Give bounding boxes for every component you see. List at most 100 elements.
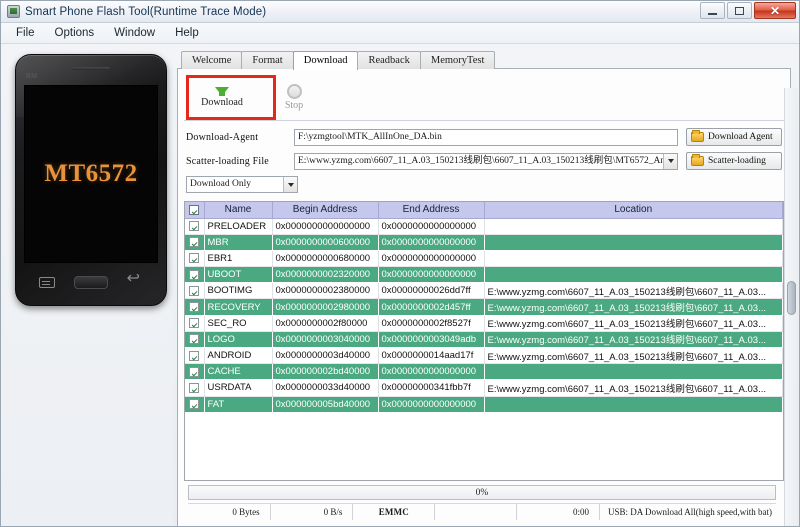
menu-item-options[interactable]: Options bbox=[46, 25, 104, 41]
scatter-loading-label: Scatter-loading File bbox=[186, 155, 269, 167]
tab-format[interactable]: Format bbox=[241, 51, 294, 69]
partition-end-address: 0x0000000014aad17f bbox=[378, 347, 485, 365]
window-title: Smart Phone Flash Tool(Runtime Trace Mod… bbox=[25, 5, 267, 18]
menu-item-file[interactable]: File bbox=[7, 25, 44, 41]
partition-name: CACHE bbox=[204, 363, 273, 381]
table-row[interactable]: RECOVERY 0x0000000002980000 0x0000000002d4… bbox=[185, 298, 783, 316]
checkbox-icon[interactable] bbox=[189, 204, 200, 215]
header-end-address[interactable]: End Address bbox=[378, 202, 485, 219]
chevron-down-icon[interactable] bbox=[283, 177, 297, 192]
partition-location: E:\www.yzmg.com\6607_11_A.03_150213线刷包\6… bbox=[484, 347, 783, 365]
row-checkbox-cell[interactable] bbox=[185, 250, 205, 268]
phone-nav-bar bbox=[16, 267, 166, 297]
stop-button-label: Stop bbox=[284, 100, 304, 111]
checkbox-icon[interactable] bbox=[189, 253, 200, 264]
chevron-down-icon[interactable] bbox=[663, 153, 677, 169]
tab-memorytest[interactable]: MemoryTest bbox=[419, 51, 496, 69]
scatter-loading-browse-button[interactable]: Scatter-loading bbox=[686, 152, 782, 170]
table-row[interactable]: PRELOADER 0x0000000000000000 0x00000000000… bbox=[185, 218, 783, 235]
status-usb-info: USB: DA Download All(high speed,with bat… bbox=[608, 506, 772, 517]
tab-welcome[interactable]: Welcome bbox=[181, 51, 243, 69]
table-row[interactable]: UBOOT 0x0000000002320000 0x000000000000000… bbox=[185, 266, 783, 284]
menu-bar: File Options Window Help bbox=[1, 23, 799, 44]
table-row[interactable]: LOGO 0x0000000003040000 0x0000000003049adb… bbox=[185, 331, 783, 349]
partition-location bbox=[484, 266, 783, 284]
table-row[interactable]: FAT 0x000000005bd40000 0x0000000000000000 bbox=[185, 396, 783, 413]
table-row[interactable]: USRDATA 0x0000000033d40000 0x00000000341fb… bbox=[185, 379, 783, 397]
partition-end-address: 0x0000000000000000 bbox=[378, 266, 485, 284]
header-name[interactable]: Name bbox=[204, 202, 273, 219]
tab-readback[interactable]: Readback bbox=[357, 51, 421, 69]
row-checkbox-cell[interactable] bbox=[185, 363, 205, 381]
status-area: 0% 0 Bytes 0 B/s EMMC 0:00 USB: DA Downl… bbox=[184, 481, 784, 523]
row-checkbox-cell[interactable] bbox=[185, 282, 205, 300]
checkbox-icon[interactable] bbox=[189, 350, 200, 361]
row-checkbox-cell[interactable] bbox=[185, 379, 205, 397]
partition-name: ANDROID bbox=[204, 347, 273, 365]
partition-name: MBR bbox=[204, 234, 273, 251]
folder-icon bbox=[691, 130, 704, 142]
table-row[interactable]: BOOTIMG 0x0000000002380000 0x00000000026dd… bbox=[185, 282, 783, 300]
chipset-label: MT6572 bbox=[44, 160, 138, 187]
status-bar: 0 Bytes 0 B/s EMMC 0:00 USB: DA Download… bbox=[188, 503, 776, 520]
checkbox-icon[interactable] bbox=[189, 318, 200, 329]
close-button[interactable]: ✕ bbox=[754, 2, 796, 19]
checkbox-icon[interactable] bbox=[189, 285, 200, 296]
row-checkbox-cell[interactable] bbox=[185, 298, 205, 316]
partition-rows: PRELOADER 0x0000000000000000 0x00000000000… bbox=[185, 218, 783, 413]
application-window: Smart Phone Flash Tool(Runtime Trace Mod… bbox=[0, 0, 800, 527]
menu-item-window[interactable]: Window bbox=[105, 25, 164, 41]
window-vertical-scrollbar[interactable] bbox=[784, 88, 798, 526]
scatter-loading-input[interactable]: E:\www.yzmg.com\6607_11_A.03_150213线刷包\6… bbox=[295, 154, 663, 169]
checkbox-icon[interactable] bbox=[189, 399, 200, 410]
minimize-button[interactable] bbox=[700, 2, 725, 19]
table-row[interactable]: SEC_RO 0x0000000002f80000 0x0000000002f852… bbox=[185, 315, 783, 332]
partition-end-address: 0x0000000002f8527f bbox=[378, 315, 485, 332]
row-checkbox-cell[interactable] bbox=[185, 266, 205, 284]
checkbox-icon[interactable] bbox=[189, 221, 200, 232]
checkbox-icon[interactable] bbox=[189, 366, 200, 377]
checkbox-icon[interactable] bbox=[189, 382, 200, 393]
header-location[interactable]: Location bbox=[484, 202, 783, 219]
table-row[interactable]: MBR 0x0000000000600000 0x0000000000000000 bbox=[185, 234, 783, 251]
partition-begin-address: 0x000000002bd40000 bbox=[272, 363, 379, 381]
download-button[interactable]: Download bbox=[186, 77, 258, 119]
maximize-icon bbox=[735, 6, 744, 15]
tab-download[interactable]: Download bbox=[292, 51, 359, 70]
table-row[interactable]: EBR1 0x0000000000680000 0x0000000000000000 bbox=[185, 250, 783, 268]
partition-end-address: 0x0000000000000000 bbox=[378, 363, 485, 381]
scrollbar-thumb[interactable] bbox=[787, 280, 796, 315]
checkbox-icon[interactable] bbox=[189, 269, 200, 280]
checkbox-icon[interactable] bbox=[189, 334, 200, 345]
status-bytes: 0 Bytes bbox=[188, 503, 271, 520]
row-checkbox-cell[interactable] bbox=[185, 218, 205, 235]
menu-item-help[interactable]: Help bbox=[166, 25, 208, 41]
partition-begin-address: 0x0000000003040000 bbox=[272, 331, 379, 349]
download-agent-input[interactable]: F:\yzmgtool\MTK_AllInOne_DA.bin bbox=[294, 128, 678, 146]
stop-button[interactable]: Stop bbox=[258, 77, 330, 119]
header-select-all[interactable] bbox=[185, 202, 205, 219]
row-checkbox-cell[interactable] bbox=[185, 347, 205, 365]
home-key-icon bbox=[73, 275, 108, 289]
back-key-icon bbox=[127, 271, 143, 289]
row-checkbox-cell[interactable] bbox=[185, 331, 205, 349]
table-row[interactable]: CACHE 0x000000002bd40000 0x000000000000000… bbox=[185, 363, 783, 381]
download-agent-browse-button[interactable]: Download Agent bbox=[686, 128, 782, 146]
table-row[interactable]: ANDROID 0x0000000003d40000 0x0000000014aad… bbox=[185, 347, 783, 365]
partition-location: E:\www.yzmg.com\6607_11_A.03_150213线刷包\6… bbox=[484, 379, 783, 397]
maximize-button[interactable] bbox=[727, 2, 752, 19]
partition-end-address: 0x00000000026dd7ff bbox=[378, 282, 485, 300]
scatter-loading-combo[interactable]: E:\www.yzmg.com\6607_11_A.03_150213线刷包\6… bbox=[294, 152, 678, 170]
header-begin-address[interactable]: Begin Address bbox=[272, 202, 379, 219]
row-checkbox-cell[interactable] bbox=[185, 234, 205, 251]
checkbox-icon[interactable] bbox=[189, 302, 200, 313]
scatter-loading-row: Scatter-loading File E:\www.yzmg.com\660… bbox=[186, 152, 782, 170]
row-checkbox-cell[interactable] bbox=[185, 315, 205, 332]
checkbox-icon[interactable] bbox=[189, 237, 200, 248]
content-pane: Welcome Format Download Readback MemoryT… bbox=[173, 44, 799, 526]
partition-begin-address: 0x0000000000600000 bbox=[272, 234, 379, 251]
row-checkbox-cell[interactable] bbox=[185, 396, 205, 413]
download-button-label: Download bbox=[201, 97, 243, 108]
download-mode-select[interactable]: Download Only bbox=[186, 176, 298, 193]
green-down-arrow-icon bbox=[215, 87, 229, 96]
